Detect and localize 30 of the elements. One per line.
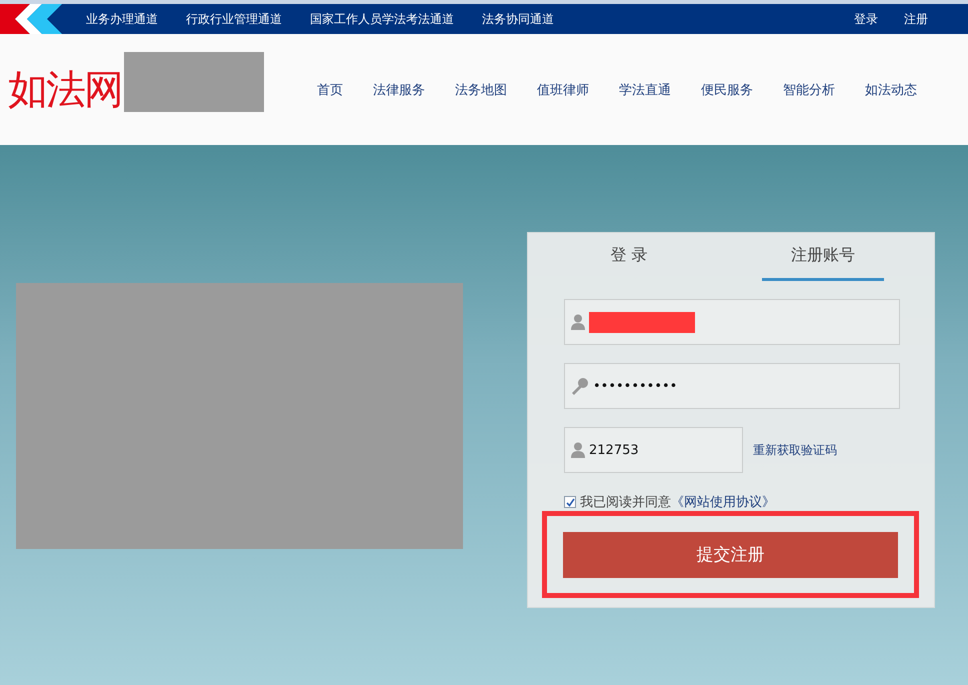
checkbox[interactable] — [564, 496, 576, 508]
channel-link[interactable]: 行政行业管理通道 — [186, 10, 282, 28]
tab[interactable]: 登 录 — [568, 233, 690, 281]
resend-code-link[interactable]: 重新获取验证码 — [753, 442, 837, 458]
channel-link[interactable]: 法务协同通道 — [482, 10, 554, 28]
nav-link[interactable]: 法律服务 — [373, 80, 425, 98]
nav-link[interactable]: 值班律师 — [537, 80, 589, 98]
field-value: ••••••••••• — [593, 378, 678, 394]
key-icon — [571, 377, 589, 395]
nav-link[interactable]: 首页 — [317, 80, 343, 98]
submit-button[interactable]: 提交注册 — [563, 532, 898, 578]
nav-link[interactable]: 便民服务 — [701, 80, 753, 98]
agreement-text: 我已阅读并同意《网站使用协议》 — [580, 494, 775, 511]
field-value: 212753 — [589, 442, 639, 458]
site-logo[interactable]: 如法网 — [8, 70, 122, 110]
nav-link[interactable]: 学法直通 — [619, 80, 671, 98]
tab[interactable]: 注册账号 — [762, 233, 884, 281]
code-field[interactable]: 212753 — [564, 427, 743, 473]
nav-link[interactable]: 法务地图 — [455, 80, 507, 98]
nav-link[interactable]: 智能分析 — [783, 80, 835, 98]
channel-link[interactable]: 业务办理通道 — [86, 10, 158, 28]
input-field[interactable] — [564, 299, 900, 345]
user-icon — [571, 442, 585, 458]
channel-link[interactable]: 国家工作人员学法考法通道 — [310, 10, 454, 28]
account-link[interactable]: 注册 — [904, 10, 968, 28]
nav-link[interactable]: 如法动态 — [865, 80, 917, 98]
account-link[interactable]: 登录 — [854, 10, 904, 28]
input-field[interactable]: ••••••••••• — [564, 363, 900, 409]
agreement-link[interactable]: 《网站使用协议》 — [671, 495, 775, 510]
user-icon — [571, 314, 585, 330]
